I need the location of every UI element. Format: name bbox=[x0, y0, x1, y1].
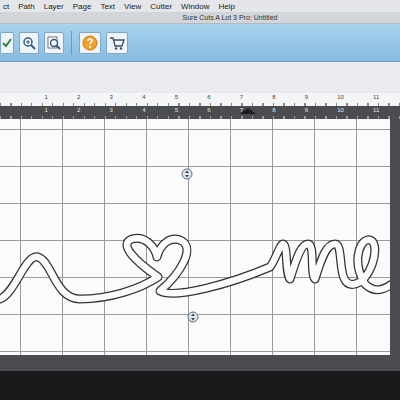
ruler-number: 1 bbox=[45, 93, 48, 101]
ruler-number: 7 bbox=[240, 93, 243, 101]
tool-button[interactable] bbox=[79, 32, 101, 54]
menu-item[interactable]: Layer bbox=[44, 2, 64, 11]
help-icon bbox=[82, 35, 98, 51]
title-bar: Sure Cuts A Lot 3 Pro: Untitled bbox=[0, 12, 400, 24]
tool-button[interactable] bbox=[44, 32, 64, 54]
mat-ruler: 1234567891011 bbox=[0, 106, 400, 119]
menu-item[interactable]: Text bbox=[100, 2, 115, 11]
ruler-number: 6 bbox=[207, 93, 210, 101]
rotate-handle-icon[interactable] bbox=[187, 311, 199, 323]
workspace: 1234567891011 bbox=[0, 106, 400, 400]
zoom-in-icon bbox=[22, 36, 36, 50]
ruler-number: 11 bbox=[373, 106, 379, 114]
menu-item[interactable]: Help bbox=[219, 2, 235, 11]
mat-bottom bbox=[0, 355, 400, 371]
toolbar-separator bbox=[71, 31, 72, 55]
menu-item[interactable]: Window bbox=[181, 2, 209, 11]
ruler-number: 9 bbox=[305, 93, 308, 101]
menu-item[interactable]: Cutter bbox=[150, 2, 172, 11]
menu-item[interactable]: ct bbox=[3, 2, 9, 11]
ruler-number: 2 bbox=[77, 106, 80, 114]
toolbar-area bbox=[0, 62, 400, 93]
ruler-number: 8 bbox=[272, 93, 275, 101]
ruler-number: 10 bbox=[337, 93, 344, 101]
cart-icon bbox=[109, 35, 125, 51]
toolbar bbox=[0, 24, 400, 62]
ruler-number: 10 bbox=[337, 106, 344, 114]
top-ruler: 1 2 3 4 5 6 7 8 9 10 11 bbox=[0, 93, 400, 106]
ruler-number: 8 bbox=[272, 106, 275, 114]
ruler-number: 6 bbox=[207, 106, 210, 114]
ruler-number: 1 bbox=[45, 106, 48, 114]
ruler-number: 5 bbox=[175, 93, 178, 101]
menu-item[interactable]: Path bbox=[18, 2, 34, 11]
ruler-number: 5 bbox=[175, 106, 178, 114]
ruler-number: 9 bbox=[305, 106, 308, 114]
check-icon bbox=[2, 38, 12, 48]
tool-button[interactable] bbox=[0, 32, 14, 54]
mat-marker bbox=[240, 108, 256, 114]
ruler-number: 4 bbox=[142, 93, 145, 101]
menu-item[interactable]: View bbox=[124, 2, 141, 11]
menu-item[interactable]: Page bbox=[73, 2, 92, 11]
tool-button[interactable] bbox=[106, 32, 128, 54]
ruler-number: 3 bbox=[110, 93, 113, 101]
screen-bezel bbox=[0, 371, 400, 400]
ruler-number: 2 bbox=[77, 93, 80, 101]
cutting-mat bbox=[0, 119, 390, 355]
ruler-number: 3 bbox=[110, 106, 113, 114]
zoom-out-icon bbox=[47, 36, 61, 50]
mat-row bbox=[0, 119, 400, 355]
ruler-number: 11 bbox=[373, 93, 379, 101]
rotate-handle-icon[interactable] bbox=[181, 168, 193, 180]
app-window: ct Path Layer Page Text View Cutter Window HelpS… bbox=[0, 0, 400, 400]
menu-bar: ct Path Layer Page Text View Cutter Window Help bbox=[0, 0, 400, 12]
tool-button[interactable] bbox=[19, 32, 39, 54]
ruler-number: 4 bbox=[142, 106, 145, 114]
